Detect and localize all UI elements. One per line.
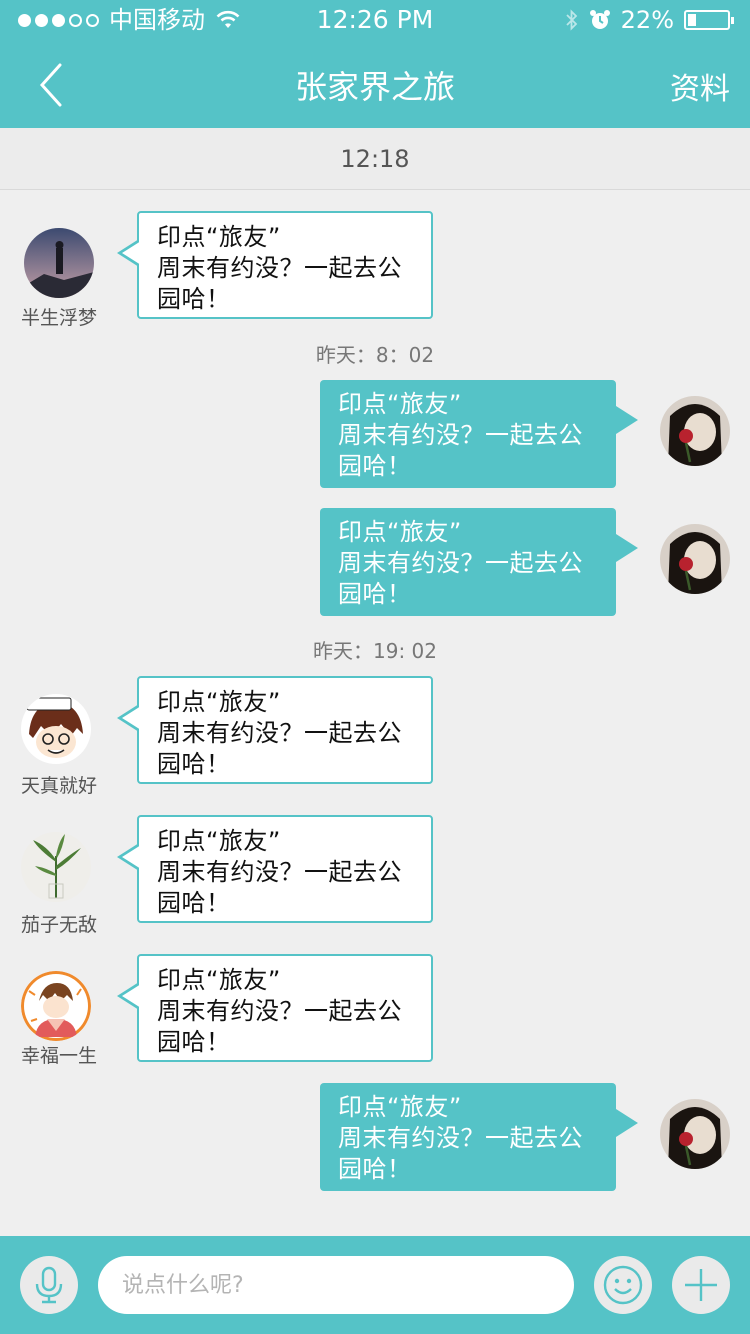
contact-name: 半生浮梦: [20, 307, 97, 329]
message-line: 周末有约没？一起去公: [157, 719, 402, 747]
alarm-icon: [589, 10, 610, 29]
message-line: 园哈！: [338, 452, 412, 480]
more-button[interactable]: [672, 1256, 730, 1314]
message-line: 印点“旅友”: [338, 518, 462, 546]
message-line: 园哈！: [157, 889, 231, 917]
battery-percent: 22%: [620, 6, 674, 34]
message-bubble[interactable]: 印点“旅友” 周末有约没？一起去公 园哈！: [117, 211, 433, 319]
input-bar: [0, 1236, 750, 1334]
profile-button[interactable]: 资料: [670, 64, 730, 108]
message-input[interactable]: [98, 1256, 574, 1314]
message-line: 园哈！: [338, 1155, 412, 1183]
voice-button[interactable]: [20, 1256, 78, 1314]
time-separator: 昨天：8：02: [315, 343, 435, 367]
battery-icon: [684, 10, 734, 30]
message-line: 印点“旅友”: [338, 390, 462, 418]
status-right: 22%: [565, 0, 734, 40]
message-line: 印点“旅友”: [157, 688, 281, 716]
message-line: 园哈！: [157, 285, 231, 313]
message-line: 周末有约没？一起去公: [338, 549, 583, 577]
plus-icon: [685, 1269, 717, 1301]
header: 中国移动 12:26 PM 22% 张家界之旅 资料: [0, 0, 750, 128]
nav-bar: 张家界之旅 资料: [0, 40, 750, 128]
bluetooth-icon: [566, 9, 577, 31]
time-separator: 昨天：19: 02: [313, 639, 437, 663]
message-line: 周末有约没？一起去公: [157, 997, 402, 1025]
contact-name: 天真就好: [20, 775, 97, 797]
avatar[interactable]: [660, 524, 730, 594]
message-bubble[interactable]: 印点“旅友” 周末有约没？一起去公 园哈！: [320, 508, 638, 616]
avatar[interactable]: [660, 396, 730, 466]
microphone-icon: [35, 1266, 63, 1304]
avatar[interactable]: [21, 971, 91, 1041]
message-bubble[interactable]: 印点“旅友” 周末有约没？一起去公 园哈！: [117, 954, 433, 1062]
message-bubble[interactable]: 印点“旅友” 周末有约没？一起去公 园哈！: [320, 1083, 638, 1191]
page-title: 张家界之旅: [294, 68, 455, 106]
message-line: 园哈！: [157, 750, 231, 778]
contact-name: 茄子无敌: [20, 914, 97, 936]
message-bubble[interactable]: 印点“旅友” 周末有约没？一起去公 园哈！: [117, 676, 433, 784]
message-line: 印点“旅友”: [157, 223, 281, 251]
message-line: 周末有约没？一起去公: [338, 421, 583, 449]
message-line: 周末有约没？一起去公: [338, 1124, 583, 1152]
avatar[interactable]: [21, 694, 91, 764]
avatar[interactable]: [24, 228, 94, 298]
contact-name: 幸福一生: [20, 1045, 97, 1067]
emoji-button[interactable]: [594, 1256, 652, 1314]
message-line: 周末有约没？一起去公: [157, 858, 402, 886]
message-bubble[interactable]: 印点“旅友” 周末有约没？一起去公 园哈！: [117, 815, 433, 923]
status-bar: 中国移动 12:26 PM 22%: [0, 0, 750, 40]
message-line: 园哈！: [157, 1028, 231, 1056]
avatar[interactable]: [660, 1099, 730, 1169]
message-line: 印点“旅友”: [157, 966, 281, 994]
conversation-start-time: 12:18: [0, 128, 750, 190]
emoji-icon: [603, 1265, 643, 1305]
message-line: 周末有约没？一起去公: [157, 254, 402, 282]
message-line: 园哈！: [338, 580, 412, 608]
message-line: 印点“旅友”: [157, 827, 281, 855]
avatar[interactable]: [21, 832, 91, 902]
message-bubble[interactable]: 印点“旅友” 周末有约没？一起去公 园哈！: [320, 380, 638, 488]
message-line: 印点“旅友”: [338, 1093, 462, 1121]
